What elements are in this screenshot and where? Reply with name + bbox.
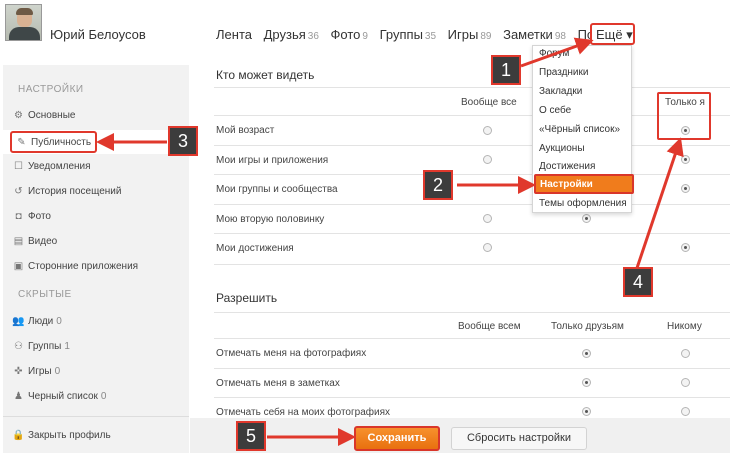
- publicity-highlight: [10, 131, 97, 153]
- sidebar-item-groups[interactable]: ⚇ Группы 1: [12, 341, 70, 352]
- more-menu-button[interactable]: Ещё ▾: [590, 23, 635, 45]
- radio-tag-self-nobody[interactable]: [681, 407, 690, 416]
- sidebar-hidden-heading: СКРЫТЫЕ: [18, 289, 72, 300]
- divider: [214, 264, 730, 265]
- more-dropdown-menu: Форум Праздники Закладки О себе «Чёрный …: [532, 45, 634, 213]
- nav-photos[interactable]: Фото 9: [331, 27, 368, 42]
- sidebar-item-blacklist[interactable]: ♟ Черный список 0: [12, 391, 106, 402]
- callout-3: 3: [168, 126, 198, 156]
- menu-item-bookmarks[interactable]: Закладки: [539, 86, 582, 97]
- radio-partner-friends[interactable]: [582, 214, 591, 223]
- row-age-label: Мой возраст: [216, 125, 275, 136]
- sidebar-item-notifications[interactable]: ☐ Уведомления: [12, 161, 91, 172]
- callout-2: 2: [423, 170, 453, 200]
- divider: [214, 145, 730, 146]
- callout-4: 4: [623, 267, 653, 297]
- gamepad-icon: ✜: [14, 366, 23, 377]
- nav-groups[interactable]: Группы 35: [380, 27, 436, 42]
- sidebar-item-close-profile[interactable]: 🔒 Закрыть профиль: [12, 430, 110, 441]
- radio-age-everyone[interactable]: [483, 126, 492, 135]
- divider: [214, 174, 730, 175]
- row-games-label: Мои игры и приложения: [216, 155, 329, 166]
- film-icon: ▤: [13, 236, 24, 247]
- menu-item-auctions[interactable]: Аукционы: [539, 143, 585, 154]
- row-tag-self-label: Отмечать себя на моих фотографиях: [216, 407, 390, 418]
- row-achievements-label: Мои достижения: [216, 243, 294, 254]
- sidebar-item-history[interactable]: ↺ История посещений: [12, 186, 121, 197]
- menu-item-achievements[interactable]: Достижения: [539, 161, 595, 172]
- menu-item-forum[interactable]: Форум: [539, 48, 569, 59]
- sidebar-item-people[interactable]: 👥 Люди 0: [12, 316, 62, 327]
- divider: [214, 233, 730, 234]
- sidebar-item-games[interactable]: ✜ Игры 0: [12, 366, 60, 377]
- top-navigation: Лента Друзья 36 Фото 9 Группы 35 Игры 89 Зам…: [216, 27, 630, 42]
- menu-item-holidays[interactable]: Праздники: [539, 67, 588, 78]
- who-can-see-title: Кто может видеть: [216, 68, 315, 82]
- radio-games-only-me[interactable]: [681, 155, 690, 164]
- lock-icon: 🔒: [12, 430, 25, 441]
- col-everyone: Вообще все: [461, 97, 517, 108]
- sidebar-item-apps[interactable]: ▣ Сторонние приложения: [12, 261, 138, 272]
- nav-games[interactable]: Игры 89: [448, 27, 492, 42]
- gear-icon: ⚙: [14, 110, 23, 121]
- people-icon: 👥: [12, 316, 25, 327]
- sidebar-item-photo[interactable]: ◘ Фото: [12, 211, 51, 222]
- divider: [214, 204, 730, 205]
- nav-notes[interactable]: Заметки 98: [503, 27, 566, 42]
- only-me-highlight: [657, 92, 711, 140]
- divider: [214, 87, 730, 88]
- radio-games-everyone[interactable]: [483, 155, 492, 164]
- divider: [214, 368, 730, 369]
- divider: [214, 312, 730, 313]
- groups-icon: ⚇: [14, 341, 23, 352]
- camera-icon: ◘: [15, 211, 22, 222]
- callout-1: 1: [491, 55, 521, 85]
- sidebar-settings-heading: НАСТРОЙКИ: [18, 84, 84, 95]
- row-partner-label: Мою вторую половинку: [216, 214, 325, 225]
- radio-tag-photos-friends[interactable]: [582, 349, 591, 358]
- divider: [214, 397, 730, 398]
- save-button[interactable]: Сохранить: [354, 426, 440, 451]
- menu-item-settings[interactable]: Настройки: [534, 174, 634, 194]
- nav-feed[interactable]: Лента: [216, 27, 252, 42]
- radio-tag-notes-friends[interactable]: [582, 378, 591, 387]
- row-groups-label: Мои группы и сообщества: [216, 184, 338, 195]
- blacklist-icon: ♟: [14, 391, 23, 402]
- menu-item-blacklist[interactable]: «Чёрный список»: [539, 124, 620, 135]
- radio-achievements-everyone[interactable]: [483, 243, 492, 252]
- divider: [214, 115, 730, 116]
- radio-tag-notes-nobody[interactable]: [681, 378, 690, 387]
- history-icon: ↺: [14, 186, 23, 197]
- sidebar-item-basic[interactable]: ⚙ Основные: [12, 110, 75, 121]
- sidebar-divider: [3, 416, 189, 417]
- reset-button[interactable]: Сбросить настройки: [451, 427, 587, 450]
- col-all: Вообще всем: [458, 321, 521, 332]
- radio-tag-self-friends[interactable]: [582, 407, 591, 416]
- row-tag-photos-label: Отмечать меня на фотографиях: [216, 348, 367, 359]
- radio-achievements-only-me[interactable]: [681, 243, 690, 252]
- nav-friends[interactable]: Друзья 36: [264, 27, 319, 42]
- radio-tag-photos-nobody[interactable]: [681, 349, 690, 358]
- callout-5: 5: [236, 421, 266, 451]
- apps-icon: ▣: [13, 261, 24, 272]
- radio-partner-everyone[interactable]: [483, 214, 492, 223]
- sidebar-item-video[interactable]: ▤ Видео: [12, 236, 57, 247]
- allow-title: Разрешить: [216, 291, 278, 305]
- page: Юрий Белоусов Лента Друзья 36 Фото 9 Групп…: [0, 0, 730, 453]
- divider: [214, 338, 730, 339]
- col-nobody: Никому: [667, 321, 702, 332]
- row-tag-notes-label: Отмечать меня в заметках: [216, 378, 340, 389]
- menu-item-about[interactable]: О себе: [539, 105, 571, 116]
- col-friends: Только друзьям: [551, 321, 624, 332]
- notification-icon: ☐: [14, 161, 23, 172]
- avatar[interactable]: [5, 4, 42, 41]
- menu-item-themes[interactable]: Темы оформления: [539, 198, 627, 209]
- user-name[interactable]: Юрий Белоусов: [50, 27, 146, 42]
- radio-groups-only-me[interactable]: [681, 184, 690, 193]
